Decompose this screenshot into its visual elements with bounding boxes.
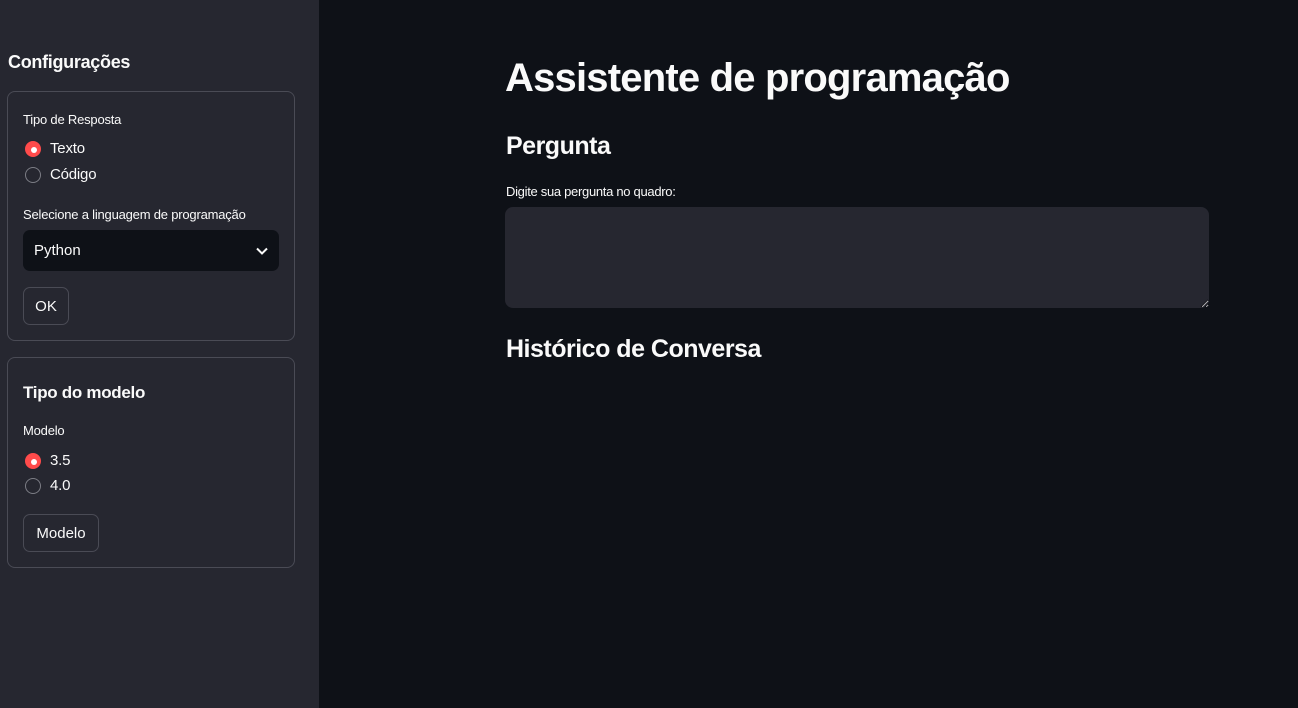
ok-button[interactable]: OK — [23, 287, 69, 325]
radio-label: Código — [50, 166, 97, 183]
question-input[interactable] — [505, 207, 1209, 308]
radio-label: Texto — [50, 140, 85, 157]
radio-codigo[interactable]: Código — [25, 166, 97, 183]
radio-texto[interactable]: Texto — [25, 140, 85, 157]
radio-label: 3.5 — [50, 452, 71, 469]
model-type-heading: Tipo do modelo — [23, 383, 146, 402]
sidebar: Configurações Tipo de Resposta Texto Cód… — [0, 0, 319, 708]
sidebar-title: Configurações — [8, 52, 131, 72]
radio-selected-icon — [25, 140, 41, 157]
question-heading: Pergunta — [506, 132, 611, 160]
language-value: Python — [34, 242, 81, 259]
history-heading: Histórico de Conversa — [506, 335, 761, 363]
radio-empty-icon — [25, 166, 41, 183]
language-select[interactable]: Python — [23, 230, 279, 271]
response-type-label: Tipo de Resposta — [23, 112, 122, 127]
radio-4-0[interactable]: 4.0 — [25, 477, 70, 494]
language-label: Selecione a linguagem de programação — [23, 207, 246, 222]
radio-label: 4.0 — [50, 477, 71, 494]
radio-empty-icon — [25, 477, 41, 494]
model-label: Modelo — [23, 423, 65, 438]
radio-selected-icon — [25, 452, 41, 469]
page-title: Assistente de programação — [505, 56, 1010, 100]
model-button[interactable]: Modelo — [23, 514, 99, 552]
radio-3-5[interactable]: 3.5 — [25, 452, 70, 469]
question-label: Digite sua pergunta no quadro: — [506, 184, 676, 199]
response-type-form: Tipo de Resposta Texto Código Selecione … — [7, 91, 295, 341]
model-type-form: Tipo do modelo Modelo 3.5 4.0 Modelo — [7, 357, 295, 568]
chevron-down-icon — [256, 247, 268, 255]
